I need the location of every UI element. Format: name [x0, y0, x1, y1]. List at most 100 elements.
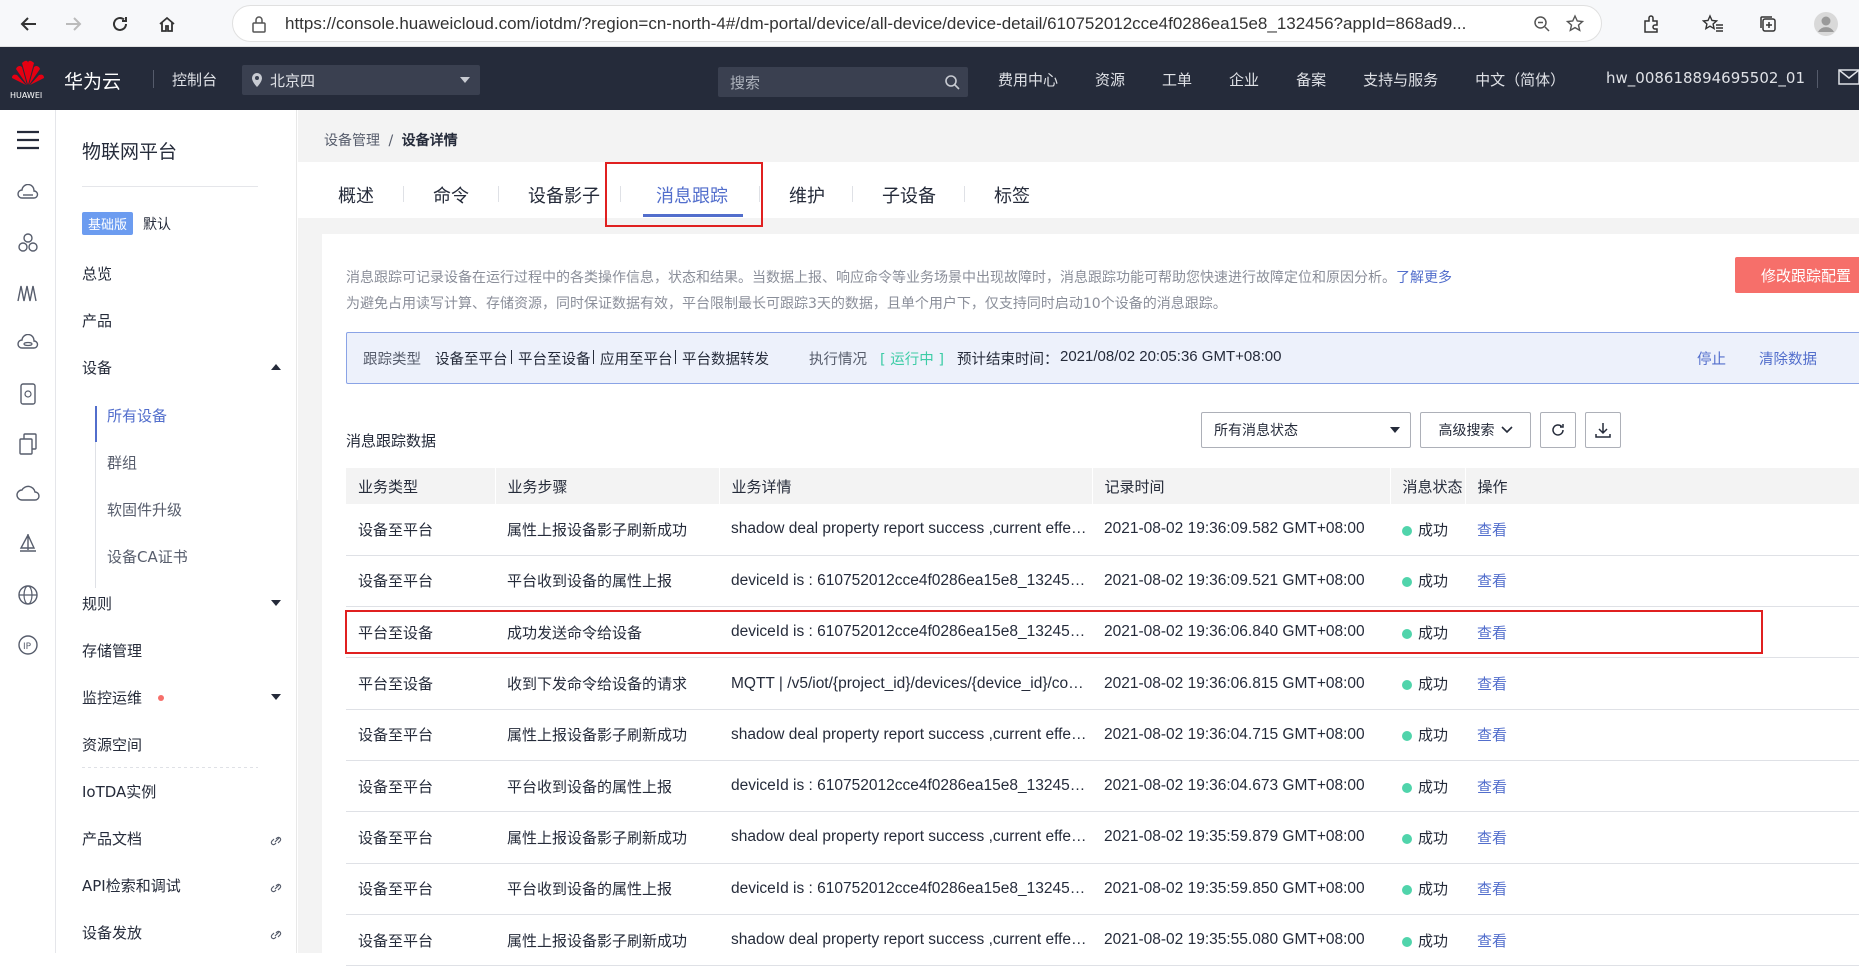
- mail-icon[interactable]: [1838, 69, 1859, 85]
- view-link[interactable]: 查看: [1477, 726, 1507, 744]
- globe-icon[interactable]: [14, 581, 42, 609]
- refresh-button[interactable]: [1540, 412, 1576, 448]
- download-button[interactable]: [1585, 412, 1621, 448]
- view-link[interactable]: 查看: [1477, 829, 1507, 847]
- cell-detail: shadow deal property report success ,cur…: [719, 914, 1092, 966]
- tab-device-shadow[interactable]: 设备影子: [528, 182, 600, 208]
- tab-tags[interactable]: 标签: [994, 182, 1030, 208]
- reload-icon[interactable]: [103, 7, 137, 41]
- chevron-down-icon[interactable]: [271, 600, 281, 606]
- forward-icon[interactable]: [56, 7, 90, 41]
- home-icon[interactable]: [150, 7, 184, 41]
- back-icon[interactable]: [12, 7, 46, 41]
- cell-step: 属性上报设备影子刷新成功: [495, 914, 719, 966]
- sidebar-item-device-provision[interactable]: 设备发放: [82, 922, 142, 943]
- cluster-icon[interactable]: [14, 229, 42, 257]
- tab-child-devices[interactable]: 子设备: [882, 182, 936, 208]
- cell-status: 成功: [1390, 811, 1465, 864]
- collections-icon[interactable]: [1753, 9, 1783, 39]
- clear-data-link[interactable]: 清除数据: [1759, 348, 1817, 369]
- header-link-tickets[interactable]: 工单: [1162, 69, 1192, 90]
- refresh-icon: [1552, 424, 1564, 436]
- console-link[interactable]: 控制台: [172, 69, 217, 90]
- iot-wave-icon[interactable]: [14, 279, 42, 307]
- learn-more-link[interactable]: 了解更多: [1396, 270, 1452, 286]
- advanced-search-button[interactable]: 高级搜索: [1420, 412, 1531, 448]
- favorites-icon[interactable]: [1698, 9, 1728, 39]
- view-link[interactable]: 查看: [1477, 778, 1507, 796]
- header-link-icp[interactable]: 备案: [1296, 69, 1326, 90]
- header-link-billing[interactable]: 费用中心: [998, 69, 1058, 90]
- table-row: 设备至平台 属性上报设备影子刷新成功 shadow deal property …: [346, 914, 1859, 966]
- username[interactable]: hw_008618894695502_01: [1606, 69, 1805, 87]
- sidebar-item-product-docs[interactable]: 产品文档: [82, 828, 142, 849]
- success-status-dot: [1402, 782, 1412, 793]
- cell-step: 属性上报设备影子刷新成功: [495, 504, 719, 556]
- view-link[interactable]: 查看: [1477, 932, 1507, 950]
- region-select[interactable]: 北京四: [242, 65, 480, 95]
- database-icon[interactable]: [14, 329, 42, 357]
- header-link-resources[interactable]: 资源: [1095, 69, 1125, 90]
- edition-name[interactable]: 默认: [143, 214, 171, 234]
- tab-divider: [403, 186, 404, 202]
- tab-overview[interactable]: 概述: [338, 182, 374, 208]
- sidebar-item-resource-space[interactable]: 资源空间: [82, 734, 142, 755]
- message-trace-table: 业务类型 业务步骤 业务详情 记录时间 消息状态 操作 设备至平台 属性上报设备…: [346, 468, 1859, 966]
- sidebar-item-device[interactable]: 设备: [82, 357, 112, 378]
- address-bar[interactable]: https://console.huaweicloud.com/iotdm/?r…: [232, 5, 1602, 42]
- tab-commands[interactable]: 命令: [433, 182, 469, 208]
- sidebar-item-firmware[interactable]: 软固件升级: [107, 499, 182, 520]
- chevron-down-icon: [1390, 427, 1400, 433]
- storage-icon[interactable]: [14, 380, 42, 408]
- modify-trace-config-button[interactable]: 修改跟踪配置: [1735, 257, 1859, 293]
- breadcrumb: 设备管理 / 设备详情: [324, 130, 458, 150]
- sidebar-item-monitor[interactable]: 监控运维: [82, 687, 142, 708]
- tab-maintenance[interactable]: 维护: [789, 182, 825, 208]
- sail-icon[interactable]: [14, 530, 42, 558]
- menu-icon[interactable]: [14, 126, 42, 154]
- view-link[interactable]: 查看: [1477, 880, 1507, 898]
- extensions-icon[interactable]: [1636, 9, 1666, 39]
- copy-icon[interactable]: [14, 430, 42, 458]
- sidebar-item-iotda-instance[interactable]: IoTDA实例: [82, 781, 156, 802]
- brand-name[interactable]: 华为云: [64, 67, 121, 94]
- zoom-icon[interactable]: [1533, 15, 1551, 33]
- sidebar-item-overview[interactable]: 总览: [82, 263, 112, 284]
- view-link[interactable]: 查看: [1477, 572, 1507, 590]
- profile-avatar-icon[interactable]: [1811, 9, 1841, 39]
- cloud-server-icon[interactable]: [14, 179, 42, 207]
- sidebar-item-all-devices[interactable]: 所有设备: [107, 405, 167, 426]
- huawei-logo[interactable]: HUAWEI: [10, 57, 46, 101]
- sidebar-item-storage[interactable]: 存储管理: [82, 640, 142, 661]
- chevron-up-icon[interactable]: [271, 364, 281, 370]
- column-header: 业务类型: [346, 468, 496, 504]
- table-row: 设备至平台 属性上报设备影子刷新成功 shadow deal property …: [346, 811, 1859, 864]
- highlight-box: [605, 162, 763, 227]
- success-status-dot: [1402, 885, 1412, 896]
- message-status-select[interactable]: 所有消息状态: [1201, 412, 1411, 448]
- cell-action: 查看: [1465, 760, 1859, 813]
- search-icon[interactable]: [944, 74, 960, 90]
- sidebar-item-product[interactable]: 产品: [82, 310, 112, 331]
- highlight-box: [345, 610, 1763, 654]
- sidebar-item-group[interactable]: 群组: [107, 452, 137, 473]
- view-link[interactable]: 查看: [1477, 521, 1507, 539]
- header-link-enterprise[interactable]: 企业: [1229, 69, 1259, 90]
- cloud-icon[interactable]: [14, 480, 42, 508]
- cell-time: 2021-08-02 19:35:59.879 GMT+08:00: [1092, 811, 1390, 864]
- view-link[interactable]: 查看: [1477, 675, 1507, 693]
- svg-text:IP: IP: [23, 642, 32, 652]
- sidebar-item-ca-cert[interactable]: 设备CA证书: [107, 546, 188, 567]
- chevron-down-icon[interactable]: [271, 694, 281, 700]
- header-link-support[interactable]: 支持与服务: [1363, 69, 1438, 90]
- global-search-input[interactable]: 搜索: [718, 67, 968, 97]
- breadcrumb-parent[interactable]: 设备管理: [324, 133, 380, 149]
- add-favorite-icon[interactable]: [1565, 13, 1585, 34]
- chevron-down-icon: [1500, 426, 1513, 434]
- header-link-language[interactable]: 中文（简体）: [1475, 69, 1565, 90]
- status-text: 成功: [1418, 828, 1449, 847]
- stop-trace-link[interactable]: 停止: [1697, 348, 1726, 369]
- sidebar-item-api-debug[interactable]: API检索和调试: [82, 875, 181, 896]
- sidebar-item-rules[interactable]: 规则: [82, 593, 112, 614]
- ip-icon[interactable]: IP: [14, 631, 42, 659]
